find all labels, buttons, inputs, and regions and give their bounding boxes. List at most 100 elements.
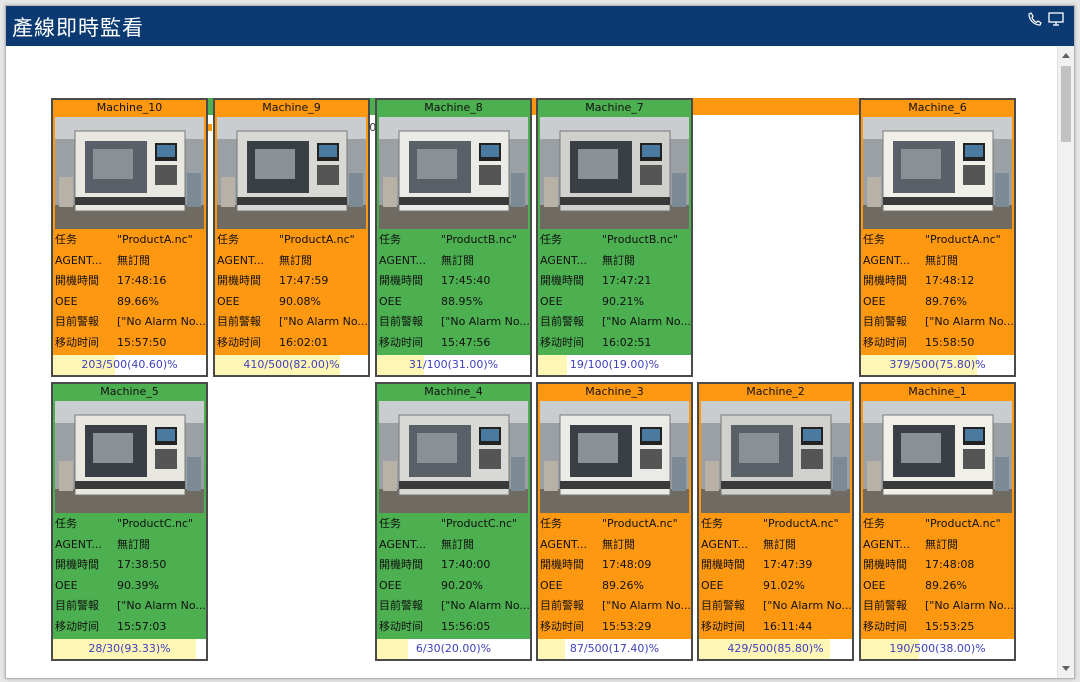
phone-icon[interactable] [1028,12,1044,26]
info-row-oee: OEE 89.26% [538,576,691,597]
field-label: 開機時間 [217,274,261,288]
progress-bar: 429/500(85.80)% [699,639,852,659]
info-row-agent: AGENT... 無訂閱 [53,251,206,272]
field-label: 任务 [55,517,77,530]
progress-bar: 379/500(75.80)% [861,355,1014,375]
info-row-task: 任务 "ProductA.nc" [53,230,206,251]
info-row-task: 任务 "ProductB.nc" [377,230,530,251]
info-row-task: 任务 "ProductC.nc" [53,514,206,535]
info-row-start-time: 開機時間 17:48:16 [53,271,206,292]
field-value: 無訂閱 [925,537,958,551]
field-label: OEE [379,578,402,592]
info-row-move-time: 移动时间 15:53:29 [538,617,691,638]
machine-card[interactable]: Machine_3 任务 "ProductA.nc" AGENT... 無訂閱 開機時間 1… [536,382,693,661]
field-value: 90.08% [279,294,321,308]
field-label: OEE [55,578,78,592]
field-value: "ProductA.nc" [602,517,678,530]
field-label: AGENT... [701,537,748,551]
info-row-oee: OEE 90.20% [377,576,530,597]
progress-bar: 28/30(93.33)% [53,639,206,659]
field-value: "ProductA.nc" [925,517,1001,530]
info-row-start-time: 開機時間 17:40:00 [377,555,530,576]
field-value: 16:02:01 [279,335,329,349]
machine-card[interactable]: Machine_2 任务 "ProductA.nc" AGENT... 無訂閱 開機時間 1… [697,382,854,661]
machine-photo [540,117,689,229]
machine-card[interactable]: Machine_10 任务 "ProductA.nc" AGENT... 無訂閱 開機時間… [51,98,208,377]
info-row-move-time: 移动时间 15:56:05 [377,617,530,638]
field-value: 15:56:05 [441,619,491,633]
vertical-scrollbar[interactable] [1057,46,1074,678]
field-label: 移动时间 [863,335,907,349]
page-title: 產線即時監看 [12,16,144,40]
field-label: AGENT... [55,253,102,267]
info-row-alarm: 目前警報 ["No Alarm No... [861,312,1014,333]
field-label: 開機時間 [379,558,423,572]
info-row-start-time: 開機時間 17:47:59 [215,271,368,292]
field-label: 任务 [379,517,401,530]
info-row-start-time: 開機時間 17:47:39 [699,555,852,576]
info-row-agent: AGENT... 無訂閱 [699,535,852,556]
machine-photo [55,401,204,513]
field-value: "ProductA.nc" [763,517,839,530]
field-value: 無訂閱 [441,253,474,267]
info-row-agent: AGENT... 無訂閱 [377,535,530,556]
field-value: 90.20% [441,578,483,592]
scroll-thumb[interactable] [1061,66,1071,142]
field-label: OEE [863,294,886,308]
monitor-icon[interactable] [1048,12,1064,26]
field-value: ["No Alarm No... [763,599,852,613]
field-value: 90.21% [602,294,644,308]
field-label: 移动时间 [701,619,745,633]
info-row-move-time: 移动时间 15:58:50 [861,333,1014,354]
field-value: 16:02:51 [602,335,652,349]
info-row-task: 任务 "ProductB.nc" [538,230,691,251]
machine-card[interactable]: Machine_8 任务 "ProductB.nc" AGENT... 無訂閱 開機時間 1… [375,98,532,377]
info-row-oee: OEE 90.39% [53,576,206,597]
machine-card[interactable]: Machine_9 任务 "ProductA.nc" AGENT... 無訂閱 開機時間 1… [213,98,370,377]
machine-card[interactable]: Machine_1 任务 "ProductA.nc" AGENT... 無訂閱 開機時間 1… [859,382,1016,661]
machine-name: Machine_3 [585,385,644,398]
field-value: 15:57:03 [117,619,167,633]
info-row-start-time: 開機時間 17:48:09 [538,555,691,576]
machine-photo [863,117,1012,229]
machine-card[interactable]: Machine_5 任务 "ProductC.nc" AGENT... 無訂閱 開機時間 1… [51,382,208,661]
field-value: ["No Alarm No... [602,599,691,613]
progress-bar: 87/500(17.40)% [538,639,691,659]
field-value: ["No Alarm No... [117,599,206,613]
field-value: "ProductC.nc" [441,517,518,530]
machine-name: Machine_10 [96,101,163,114]
scroll-down-icon[interactable] [1062,666,1070,671]
info-row-task: 任务 "ProductC.nc" [377,514,530,535]
field-label: 任务 [701,517,723,530]
field-value: 89.26% [602,578,644,592]
field-label: 任务 [379,233,401,246]
info-row-move-time: 移动时间 15:47:56 [377,333,530,354]
info-row-task: 任务 "ProductA.nc" [699,514,852,535]
info-row-alarm: 目前警報 ["No Alarm No... [377,596,530,617]
info-row-move-time: 移动时间 16:11:44 [699,617,852,638]
progress-text: 19/100(19.00)% [569,358,660,371]
progress-text: 190/500(38.00)% [889,642,986,655]
field-value: 91.02% [763,578,805,592]
machine-name: Machine_9 [262,101,321,114]
field-value: 無訂閱 [441,537,474,551]
info-row-start-time: 開機時間 17:38:50 [53,555,206,576]
field-value: 17:48:16 [117,274,167,288]
field-value: 15:53:25 [925,619,975,633]
info-row-move-time: 移动时间 16:02:51 [538,333,691,354]
field-label: 目前警報 [217,315,261,329]
field-value: 17:40:00 [441,558,491,572]
machine-card[interactable]: Machine_4 任务 "ProductC.nc" AGENT... 無訂閱 開機時間 1… [375,382,532,661]
field-value: 88.95% [441,294,483,308]
scroll-up-icon[interactable] [1062,53,1070,58]
field-label: 任务 [55,233,77,246]
field-value: 17:48:12 [925,274,975,288]
info-row-agent: AGENT... 無訂閱 [53,535,206,556]
machine-card[interactable]: Machine_6 任务 "ProductA.nc" AGENT... 無訂閱 開機時間 1… [859,98,1016,377]
machine-photo [379,401,528,513]
field-label: 目前警報 [701,599,745,613]
machine-card[interactable]: Machine_7 任务 "ProductB.nc" AGENT... 無訂閱 開機時間 1… [536,98,693,377]
progress-text: 31/100(31.00)% [408,358,499,371]
field-value: 17:45:40 [441,274,491,288]
app-window: 產線即時監看 加工:4/10(40%)就緒: 6/10(60%)警報: 0/10… [5,5,1075,679]
